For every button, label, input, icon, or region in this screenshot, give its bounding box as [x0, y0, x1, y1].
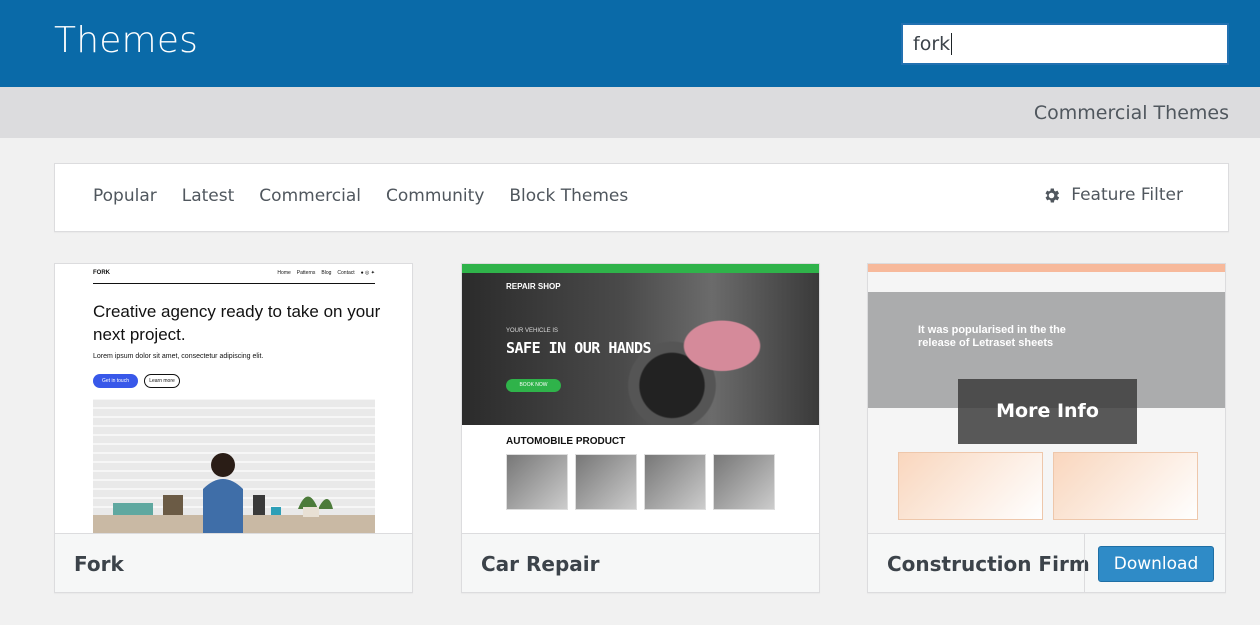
preview-cta: BOOK NOW [506, 379, 561, 392]
preview-products [506, 454, 775, 510]
theme-screenshot[interactable]: It was popularised in the the release of… [868, 264, 1225, 533]
text-caret [951, 33, 953, 55]
theme-name[interactable]: Construction Firm [887, 552, 1090, 576]
preview-section-title: AUTOMOBILE PRODUCT [506, 436, 626, 447]
theme-card-footer: Car Repair [462, 533, 819, 592]
commercial-themes-link[interactable]: Commercial Themes [1034, 102, 1229, 124]
preview-nav-links: Home Patterns Blog Contact ● ◎ ✦ [277, 270, 375, 276]
tab-block-themes[interactable]: Block Themes [509, 186, 628, 206]
preview-hero: REPAIR SHOP YOUR VEHICLE IS SAFE IN OUR … [462, 273, 819, 425]
filter-bar: Popular Latest Commercial Community Bloc… [54, 163, 1229, 232]
product-thumb [575, 454, 637, 510]
theme-name[interactable]: Car Repair [481, 552, 600, 576]
product-thumb [713, 454, 775, 510]
more-info-button[interactable]: More Info [958, 379, 1137, 444]
preview-nav-link: Contact [337, 270, 355, 276]
tab-latest[interactable]: Latest [182, 186, 235, 206]
filter-tabs: Popular Latest Commercial Community Bloc… [93, 186, 653, 206]
gear-icon [1045, 188, 1060, 202]
preview-nav-link: Patterns [296, 270, 316, 276]
preview-topbar [462, 264, 819, 273]
preview-photo [93, 399, 375, 533]
feature-filter-button[interactable]: Feature Filter [1042, 185, 1183, 205]
preview-body: Lorem ipsum dolor sit amet, consectetur … [93, 353, 264, 360]
preview-nav-link: Home [277, 270, 291, 276]
preview-secondary-button: Learn more [144, 374, 180, 388]
theme-card-car-repair[interactable]: REPAIR SHOP YOUR VEHICLE IS SAFE IN OUR … [461, 263, 820, 593]
product-thumb [506, 454, 568, 510]
preview-kicker: YOUR VEHICLE IS [506, 328, 559, 334]
theme-card-footer: Construction Firm Download [868, 533, 1225, 592]
search-input-value: fork [913, 33, 951, 55]
preview-headline: Creative agency ready to take on your ne… [93, 302, 381, 344]
feature-filter-label: Feature Filter [1071, 185, 1183, 205]
preview-headline: SAFE IN OUR HANDS [506, 339, 652, 357]
search-input[interactable]: fork [901, 23, 1229, 65]
theme-screenshot[interactable]: FORK Home Patterns Blog Contact ● ◎ ✦ Cr… [55, 264, 412, 533]
preview-social-icons: ● ◎ ✦ [360, 270, 375, 276]
mechanic-image [602, 293, 802, 425]
preview-primary-button: Get in touch [93, 374, 138, 388]
product-thumb [644, 454, 706, 510]
tab-popular[interactable]: Popular [93, 186, 157, 206]
header-bar: Themes fork [0, 0, 1260, 87]
theme-card-construction-firm[interactable]: It was popularised in the the release of… [867, 263, 1226, 593]
sub-navigation: Commercial Themes [0, 87, 1260, 138]
footer-divider [1084, 534, 1085, 592]
tab-commercial[interactable]: Commercial [259, 186, 361, 206]
download-button[interactable]: Download [1098, 546, 1214, 582]
page-title: Themes [54, 20, 199, 61]
theme-screenshot[interactable]: REPAIR SHOP YOUR VEHICLE IS SAFE IN OUR … [462, 264, 819, 533]
preview-brand: FORK [93, 270, 110, 276]
theme-card-footer: Fork [55, 533, 412, 592]
preview-nav: FORK Home Patterns Blog Contact ● ◎ ✦ [93, 270, 375, 284]
desk-scene-image [93, 453, 375, 533]
tab-community[interactable]: Community [386, 186, 484, 206]
theme-name[interactable]: Fork [74, 552, 124, 576]
preview-nav-link: Blog [321, 270, 332, 276]
preview-logo: REPAIR SHOP [506, 282, 561, 291]
theme-card-fork[interactable]: FORK Home Patterns Blog Contact ● ◎ ✦ Cr… [54, 263, 413, 593]
